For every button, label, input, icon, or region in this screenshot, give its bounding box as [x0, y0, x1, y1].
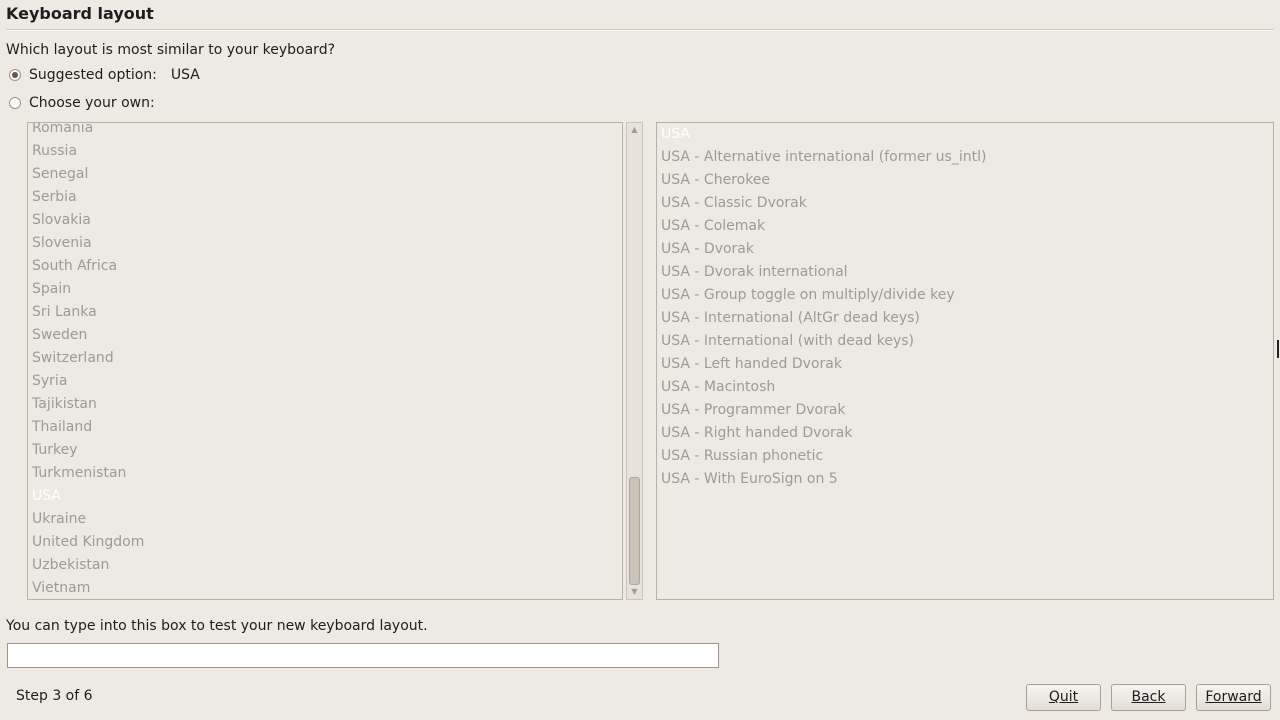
- suggested-option-value: USA: [170, 67, 200, 83]
- layout-variant-item[interactable]: USA - International (with dead keys): [657, 330, 1273, 353]
- step-indicator: Step 3 of 6: [16, 688, 93, 704]
- country-list-item[interactable]: Switzerland: [28, 347, 622, 370]
- layout-variant-item[interactable]: USA - Left handed Dvorak: [657, 353, 1273, 376]
- back-button-label: Back: [1131, 689, 1166, 705]
- country-list-item[interactable]: Sweden: [28, 324, 622, 347]
- layout-variant-item[interactable]: USA - Colemak: [657, 215, 1273, 238]
- country-list-item[interactable]: Serbia: [28, 186, 622, 209]
- country-list-item[interactable]: South Africa: [28, 255, 622, 278]
- layout-variant-item[interactable]: USA - Macintosh: [657, 376, 1273, 399]
- quit-button-label: Quit: [1048, 689, 1079, 705]
- layout-variant-item[interactable]: USA - Dvorak international: [657, 261, 1273, 284]
- suggested-option-radio-row[interactable]: Suggested option: USA: [9, 67, 200, 83]
- back-button[interactable]: Back: [1111, 684, 1186, 711]
- layout-variant-item[interactable]: USA - Dvorak: [657, 238, 1273, 261]
- layout-variant-item[interactable]: USA: [657, 123, 1273, 146]
- country-list-scrollbar[interactable]: ▲ ▼: [626, 122, 643, 600]
- country-list-item[interactable]: Thailand: [28, 416, 622, 439]
- layout-variant-item[interactable]: USA - International (AltGr dead keys): [657, 307, 1273, 330]
- choose-own-radio-row[interactable]: Choose your own:: [9, 95, 155, 111]
- country-list-item[interactable]: Ukraine: [28, 508, 622, 531]
- country-list-item[interactable]: Tajikistan: [28, 393, 622, 416]
- layout-variant-item[interactable]: USA - With EuroSign on 5: [657, 468, 1273, 491]
- text-cursor-icon: [1277, 340, 1279, 358]
- title-divider: [6, 29, 1274, 31]
- country-list-item[interactable]: Vietnam: [28, 577, 622, 599]
- country-list-item[interactable]: Turkmenistan: [28, 462, 622, 485]
- layout-variant-item[interactable]: USA - Cherokee: [657, 169, 1273, 192]
- scroll-down-arrow-icon[interactable]: ▼: [627, 585, 642, 599]
- country-list-item[interactable]: Turkey: [28, 439, 622, 462]
- country-list-item[interactable]: Slovakia: [28, 209, 622, 232]
- country-list-item[interactable]: United Kingdom: [28, 531, 622, 554]
- page-title: Keyboard layout: [6, 4, 154, 23]
- choose-own-radio[interactable]: [9, 97, 21, 109]
- country-list-item[interactable]: USA: [28, 485, 622, 508]
- layout-variant-item[interactable]: USA - Russian phonetic: [657, 445, 1273, 468]
- country-list-item[interactable]: Uzbekistan: [28, 554, 622, 577]
- suggested-option-label: Suggested option:: [29, 67, 157, 83]
- quit-button[interactable]: Quit: [1026, 684, 1101, 711]
- layout-variant-item[interactable]: USA - Alternative international (former …: [657, 146, 1273, 169]
- scrollbar-thumb[interactable]: [629, 477, 640, 585]
- country-list[interactable]: Romania Russia Senegal Serbia Slovakia Sloven…: [27, 122, 623, 600]
- forward-button[interactable]: Forward: [1196, 684, 1271, 711]
- forward-button-label: Forward: [1205, 689, 1262, 705]
- scroll-up-arrow-icon[interactable]: ▲: [627, 123, 642, 137]
- choose-own-label: Choose your own:: [29, 95, 155, 111]
- suggested-option-radio[interactable]: [9, 69, 21, 81]
- layout-variant-list[interactable]: USA USA - Alternative international (form…: [656, 122, 1274, 600]
- country-list-item[interactable]: Spain: [28, 278, 622, 301]
- layout-question: Which layout is most similar to your key…: [6, 42, 336, 58]
- country-list-item[interactable]: Syria: [28, 370, 622, 393]
- country-list-item[interactable]: Senegal: [28, 163, 622, 186]
- country-list-item[interactable]: Romania: [28, 123, 622, 140]
- layout-variant-item[interactable]: USA - Classic Dvorak: [657, 192, 1273, 215]
- country-list-item[interactable]: Russia: [28, 140, 622, 163]
- country-list-item[interactable]: Slovenia: [28, 232, 622, 255]
- layout-variant-item[interactable]: USA - Group toggle on multiply/divide ke…: [657, 284, 1273, 307]
- layout-variant-item[interactable]: USA - Right handed Dvorak: [657, 422, 1273, 445]
- test-box-label: You can type into this box to test your …: [6, 618, 428, 634]
- layout-variant-item[interactable]: USA - Programmer Dvorak: [657, 399, 1273, 422]
- country-list-item[interactable]: Sri Lanka: [28, 301, 622, 324]
- keyboard-test-input[interactable]: [7, 643, 719, 668]
